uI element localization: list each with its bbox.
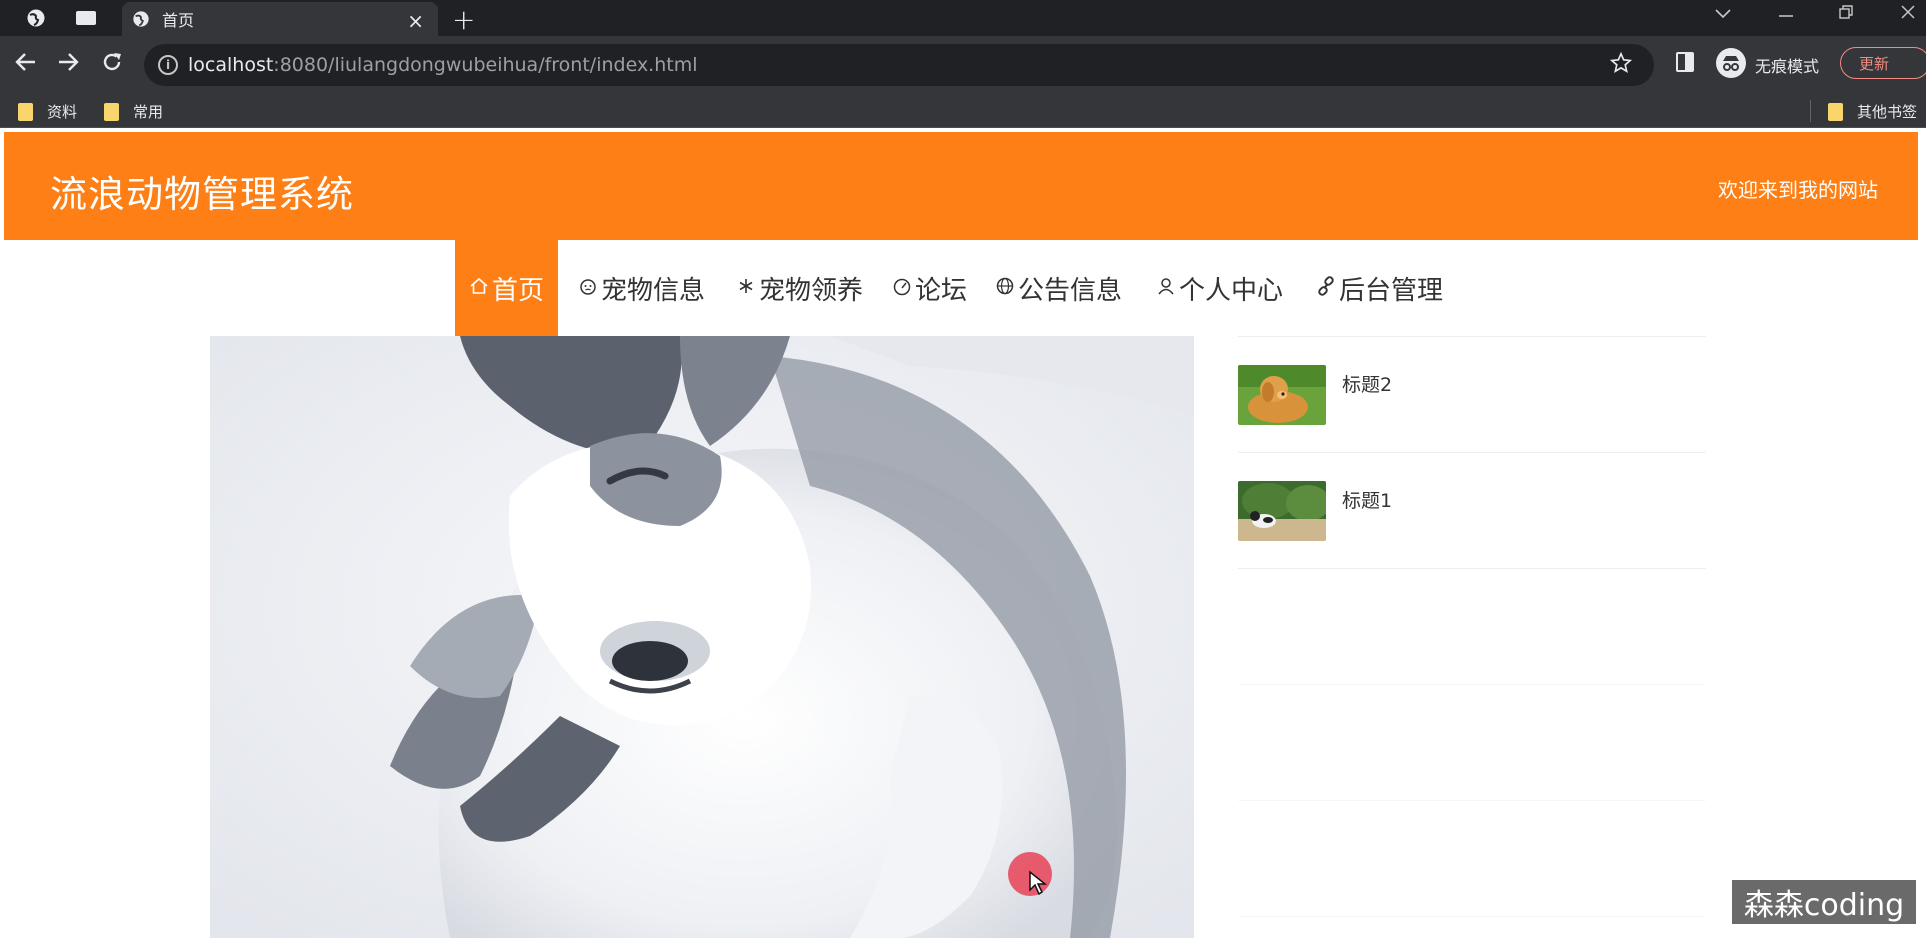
nav-item-pet-adoption[interactable]: 宠物领养 [736, 240, 863, 336]
bookmark-folder-other[interactable]: 其他书签 [1828, 101, 1917, 122]
nav-item-label: 公告信息 [1018, 275, 1123, 306]
welcome-text: 欢迎来到我的网站 [1718, 178, 1878, 202]
nav-item-label: 宠物领养 [759, 275, 864, 306]
update-label: 更新 [1859, 54, 1890, 73]
site-info-icon[interactable]: i [158, 55, 178, 75]
restore-icon[interactable] [1838, 4, 1854, 25]
bookmark-folder-ziliao[interactable]: 资料 [18, 101, 77, 122]
window-close-icon[interactable] [1900, 4, 1916, 25]
active-tab[interactable]: 首页 × [122, 2, 438, 36]
tab-group-icon[interactable] [72, 6, 100, 30]
list-item-thumbnail [1238, 365, 1326, 425]
video-watermark: 森森coding [1732, 880, 1916, 924]
nav-item-home[interactable]: 首页 [455, 240, 559, 336]
site-title[interactable]: 流浪动物管理系统 [50, 164, 354, 218]
nav-item-label: 宠物信息 [601, 275, 706, 306]
tab-title: 首页 [162, 11, 195, 30]
mouse-cursor-icon [1028, 870, 1048, 900]
nav-item-personal-center[interactable]: 个人中心 [1156, 240, 1283, 336]
folder-icon [104, 102, 119, 121]
list-item-title[interactable]: 标题2 [1342, 370, 1392, 397]
reload-icon[interactable] [100, 50, 124, 80]
snowflake-icon [736, 276, 756, 301]
pet-face-icon [578, 276, 598, 301]
nav-item-announcements[interactable]: 公告信息 [995, 240, 1122, 336]
list-divider [1238, 684, 1706, 685]
bookmark-label: 常用 [133, 103, 164, 121]
address-bar[interactable]: i localhost:8080/liulangdongwubeihua/fro… [144, 44, 1654, 86]
site-header: 流浪动物管理系统 欢迎来到我的网站 [4, 132, 1918, 240]
main-nav: 首页 宠物信息 宠物领养 论坛 公告信息 个人中心 后台管理 [0, 240, 1926, 336]
dog-photo [210, 336, 1194, 938]
incognito-label: 无痕模式 [1755, 57, 1820, 76]
link-icon [1316, 275, 1336, 301]
folder-icon [18, 102, 33, 121]
incognito-icon[interactable] [1716, 48, 1746, 78]
close-icon[interactable]: × [407, 9, 424, 33]
nav-item-pet-info[interactable]: 宠物信息 [578, 240, 705, 336]
bookmark-folder-changyong[interactable]: 常用 [104, 101, 163, 122]
nav-item-label: 后台管理 [1339, 275, 1444, 306]
watermark-text: 森森coding [1743, 888, 1905, 923]
globe-icon[interactable] [22, 6, 50, 30]
minimize-icon[interactable] [1778, 4, 1794, 25]
update-button[interactable]: 更新 [1840, 47, 1926, 79]
nav-item-label: 首页 [492, 275, 545, 306]
folder-icon [1828, 102, 1843, 121]
browser-toolbar: i localhost:8080/liulangdongwubeihua/fro… [0, 36, 1926, 94]
banner-carousel-image[interactable] [210, 336, 1194, 938]
side-panel-icon[interactable] [1676, 52, 1694, 72]
list-item-title[interactable]: 标题1 [1342, 486, 1392, 513]
globe-icon [995, 276, 1015, 301]
bookmark-label: 其他书签 [1857, 103, 1918, 121]
url-path: :8080/liulangdongwubeihua/front/index.ht… [273, 54, 698, 76]
globe-icon [132, 10, 150, 28]
browser-tab-bar: 首页 × + [0, 0, 1926, 36]
list-item[interactable]: 标题1 [1238, 452, 1706, 566]
list-item[interactable]: 标题2 [1238, 336, 1706, 450]
back-arrow-icon[interactable] [14, 50, 38, 80]
bookmarks-divider [1810, 100, 1811, 122]
list-divider [1238, 916, 1706, 917]
list-divider [1238, 568, 1706, 569]
list-divider [1238, 800, 1706, 801]
nav-item-admin[interactable]: 后台管理 [1316, 240, 1443, 336]
nav-item-label: 论坛 [915, 275, 968, 306]
bookmark-star-icon[interactable] [1609, 51, 1633, 80]
url-host: localhost [188, 54, 274, 76]
nav-item-forum[interactable]: 论坛 [892, 240, 967, 336]
forward-arrow-icon[interactable] [56, 50, 80, 80]
bookmarks-bar: 资料 常用 其他书签 [0, 94, 1926, 128]
user-icon [1156, 276, 1176, 301]
tab-search-icon[interactable] [1714, 4, 1732, 25]
home-icon [469, 276, 489, 301]
nav-item-label: 个人中心 [1179, 275, 1284, 306]
bookmark-label: 资料 [47, 103, 78, 121]
new-tab-button[interactable]: + [452, 3, 475, 36]
list-item-thumbnail [1238, 481, 1326, 541]
gauge-icon [892, 276, 912, 301]
